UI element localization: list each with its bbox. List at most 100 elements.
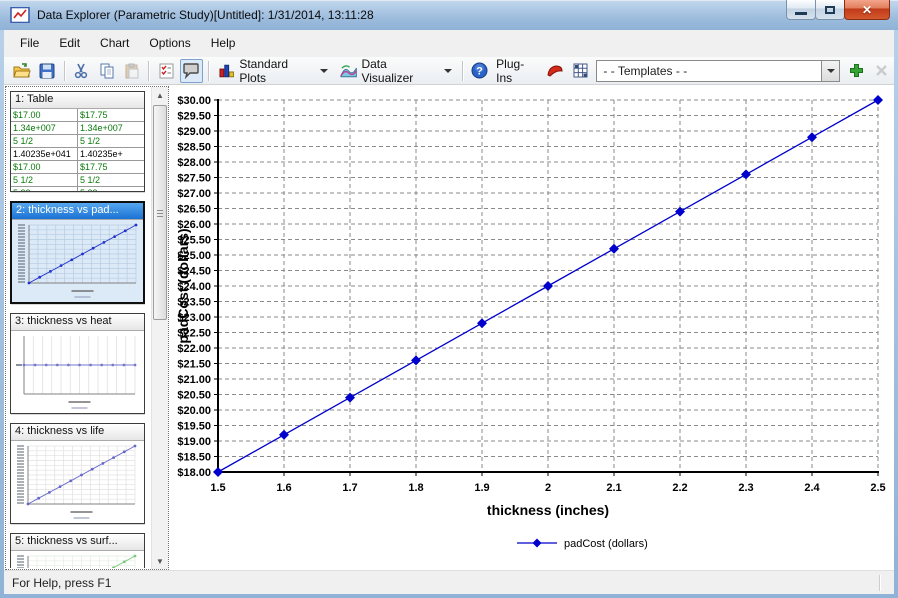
svg-text:2.1: 2.1	[606, 482, 621, 494]
data-visualizer-dropdown[interactable]: Data Visualizer	[334, 55, 458, 87]
svg-text:1.9: 1.9	[474, 482, 489, 494]
thumbnail-list: 1: Table $17.00$17.751.34e+0071.34e+0075…	[10, 91, 145, 568]
svg-text:$29.50: $29.50	[177, 111, 211, 123]
mini-chart	[11, 551, 142, 568]
plugins-label: Plug-Ins	[492, 57, 543, 85]
chevron-down-icon	[444, 69, 452, 73]
title-bar[interactable]: Data Explorer (Parametric Study)[Untitle…	[0, 0, 898, 30]
table-cell: 1.40235e+	[78, 148, 145, 161]
table-cell: 5 1/2	[11, 135, 78, 148]
cut-icon	[73, 63, 89, 79]
svg-text:$29.00: $29.00	[177, 126, 211, 138]
thumbnail-title: 4: thickness vs life	[11, 424, 144, 441]
comment-button[interactable]	[180, 59, 203, 83]
svg-text:1.7: 1.7	[342, 482, 357, 494]
svg-text:$28.50: $28.50	[177, 142, 211, 154]
table-cell: 5.23	[78, 187, 145, 192]
open-button[interactable]	[10, 59, 33, 83]
plugin-grid-button[interactable]	[569, 59, 592, 83]
svg-text:$18.50: $18.50	[177, 452, 211, 464]
svg-text:thickness (inches): thickness (inches)	[487, 502, 609, 518]
sidebar-item-table[interactable]: 1: Table $17.00$17.751.34e+0071.34e+0075…	[10, 91, 145, 192]
table-cell: 1.34e+007	[78, 122, 145, 135]
checklist-icon	[159, 63, 174, 79]
copy-icon	[99, 63, 115, 79]
maximize-button[interactable]	[815, 0, 845, 20]
scroll-down-button[interactable]: ▼	[152, 553, 168, 569]
svg-text:2.5: 2.5	[870, 482, 885, 494]
svg-text:padCost (dollars): padCost (dollars)	[175, 228, 191, 343]
menu-help[interactable]: Help	[201, 32, 246, 54]
plus-icon	[849, 63, 864, 78]
open-folder-icon	[13, 63, 31, 79]
save-button[interactable]	[35, 59, 58, 83]
copy-button[interactable]	[95, 59, 118, 83]
save-icon	[39, 63, 55, 79]
plugin-red-button[interactable]	[544, 59, 567, 83]
menu-chart[interactable]: Chart	[90, 32, 139, 54]
thumbnail-title: 5: thickness vs surf...	[11, 534, 144, 551]
table-cell: 5 1/2	[78, 174, 145, 187]
red-plugin-icon	[546, 64, 564, 78]
close-button[interactable]: ✕	[844, 0, 890, 20]
chart-thumbnail	[11, 551, 144, 568]
app-body: File Edit Chart Options Help	[4, 30, 894, 594]
scroll-up-button[interactable]: ▲	[152, 87, 168, 103]
menu-edit[interactable]: Edit	[49, 32, 90, 54]
templates-value: - - Templates - -	[597, 64, 821, 78]
table-cell: 1.40235e+041	[11, 148, 78, 161]
scrollbar-grip-icon	[157, 210, 163, 217]
svg-text:$20.00: $20.00	[177, 405, 211, 417]
sidebar-scrollbar[interactable]: ▲ ▼	[151, 87, 168, 569]
svg-text:1.6: 1.6	[276, 482, 291, 494]
sidebar-item-thickness-vs-surf[interactable]: 5: thickness vs surf...	[10, 533, 145, 568]
table-cell: 5 1/2	[11, 174, 78, 187]
sidebar-item-thickness-vs-life[interactable]: 4: thickness vs life	[10, 423, 145, 524]
cut-button[interactable]	[70, 59, 93, 83]
svg-text:$27.50: $27.50	[177, 173, 211, 185]
svg-text:$27.00: $27.00	[177, 188, 211, 200]
thumbnail-title: 1: Table	[11, 92, 144, 109]
x-icon	[875, 64, 888, 77]
mini-table: $17.00$17.751.34e+0071.34e+0075 1/25 1/2…	[11, 109, 144, 191]
paste-button[interactable]	[120, 59, 143, 83]
toolbar-separator	[148, 61, 149, 81]
checklist-button[interactable]	[154, 59, 177, 83]
menu-bar: File Edit Chart Options Help	[4, 30, 894, 57]
chart-panel: $30.00$29.50$29.00$28.50$28.00$27.50$27.…	[170, 85, 894, 570]
templates-dropdown-button[interactable]	[821, 61, 839, 81]
toolbar: Standard Plots Data Visualizer ?	[4, 57, 894, 85]
window-title: Data Explorer (Parametric Study)[Untitle…	[37, 8, 374, 22]
minimize-icon	[795, 12, 807, 15]
svg-text:1.8: 1.8	[408, 482, 423, 494]
maximize-icon	[825, 6, 835, 14]
help-button[interactable]: ?	[468, 59, 491, 83]
sidebar-item-thickness-vs-heat[interactable]: 3: thickness vs heat	[10, 313, 145, 414]
svg-text:2.2: 2.2	[672, 482, 687, 494]
bar-chart-icon	[219, 63, 235, 79]
standard-plots-dropdown[interactable]: Standard Plots	[213, 55, 334, 87]
scrollbar-thumb[interactable]	[153, 105, 167, 320]
grid-plugin-icon	[573, 63, 588, 78]
table-cell: 5 1/2	[78, 135, 145, 148]
thumbnail-panel: 1: Table $17.00$17.751.34e+0071.34e+0075…	[5, 86, 169, 570]
menu-options[interactable]: Options	[139, 32, 200, 54]
templates-combobox[interactable]: - - Templates - -	[596, 60, 840, 82]
svg-text:$21.00: $21.00	[177, 374, 211, 386]
window-controls: ✕	[787, 0, 890, 20]
toolbar-separator	[462, 61, 463, 81]
menu-file[interactable]: File	[10, 32, 49, 54]
chart-thumbnail	[11, 331, 144, 413]
svg-text:padCost (dollars): padCost (dollars)	[564, 538, 648, 550]
svg-text:$20.50: $20.50	[177, 390, 211, 402]
delete-template-button[interactable]	[870, 59, 893, 83]
toolbar-separator	[208, 61, 209, 81]
table-cell: $17.75	[78, 161, 145, 174]
status-bar: For Help, press F1	[4, 570, 894, 594]
standard-plots-label: Standard Plots	[239, 57, 315, 85]
minimize-button[interactable]	[786, 0, 816, 20]
surface-plot-icon	[340, 63, 357, 79]
svg-text:1.5: 1.5	[210, 482, 225, 494]
add-template-button[interactable]	[844, 59, 867, 83]
sidebar-item-thickness-vs-padcost[interactable]: 2: thickness vs pad...	[10, 201, 145, 304]
